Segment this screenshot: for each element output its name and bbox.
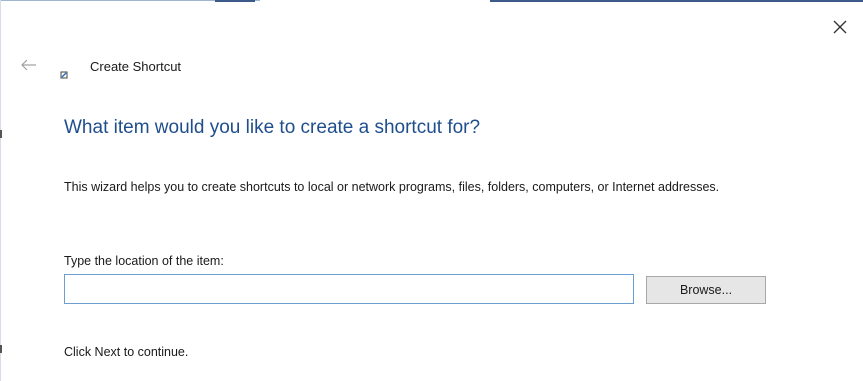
close-icon: [833, 20, 847, 34]
location-input[interactable]: [64, 274, 634, 304]
window-left-border: [0, 0, 1, 381]
back-button[interactable]: [16, 57, 42, 77]
page-heading: What item would you like to create a sho…: [64, 117, 481, 138]
window-edge-mark: [0, 130, 2, 138]
wizard-description: This wizard helps you to create shortcut…: [64, 180, 720, 194]
window-top-border-accent: [490, 0, 863, 2]
next-hint-text: Click Next to continue.: [64, 345, 189, 359]
close-button[interactable]: [827, 14, 853, 40]
browse-button[interactable]: Browse...: [646, 276, 766, 304]
window-top-border-accent: [215, 0, 255, 2]
shortcut-icon: [60, 66, 68, 79]
window-title: Create Shortcut: [90, 59, 182, 74]
location-label: Type the location of the item:: [64, 254, 224, 268]
create-shortcut-dialog: Create Shortcut What item would you like…: [0, 0, 863, 381]
back-arrow-icon: [20, 58, 38, 76]
window-edge-mark: [0, 345, 2, 353]
